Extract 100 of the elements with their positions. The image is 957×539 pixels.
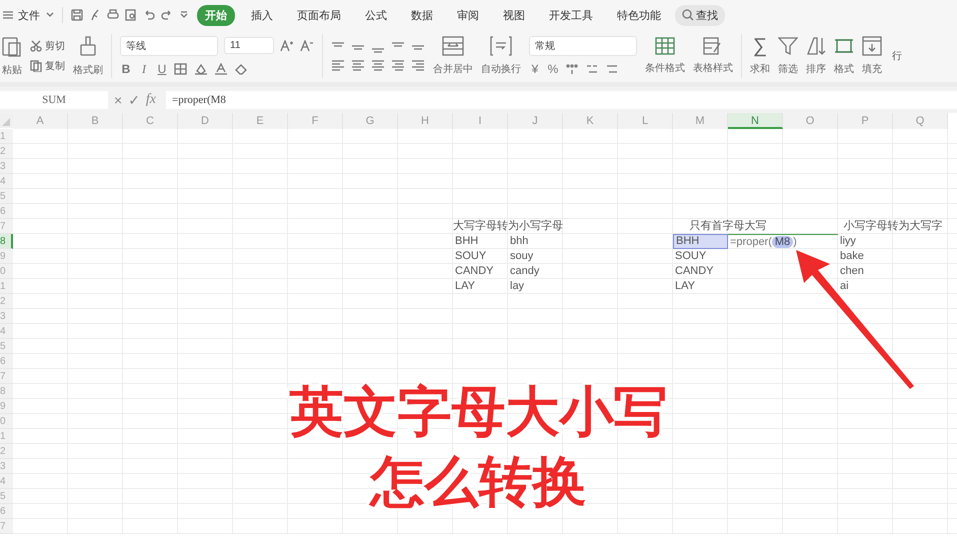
printer-icon[interactable] [107, 9, 119, 21]
function-button[interactable]: fx [146, 92, 156, 108]
shrink-font-icon[interactable] [300, 40, 314, 52]
format-button[interactable]: 格式 [834, 36, 854, 76]
column-header[interactable]: Q [893, 113, 948, 129]
ribbon-tab[interactable]: 视图 [495, 4, 533, 26]
wrap-icon[interactable] [490, 36, 512, 56]
percent-button[interactable]: % [547, 62, 559, 76]
font-color-icon[interactable] [214, 63, 228, 75]
chevron-down-icon[interactable] [46, 12, 54, 18]
table-grid-icon[interactable] [655, 37, 675, 55]
column-header[interactable]: F [288, 113, 343, 129]
justify-icon[interactable] [391, 59, 405, 71]
scissors-icon[interactable] [30, 40, 42, 52]
preview-icon[interactable] [125, 9, 137, 21]
column-header[interactable]: D [178, 113, 233, 129]
row-header[interactable]: 3 [0, 309, 13, 324]
file-menu[interactable]: 文件 [18, 8, 40, 22]
row-header[interactable]: 7 [0, 219, 13, 234]
ribbon-tab[interactable]: 公式 [357, 4, 395, 26]
column-header[interactable]: M [673, 113, 728, 129]
italic-button[interactable]: I [138, 62, 150, 76]
sort-icon[interactable] [806, 36, 826, 56]
row-header[interactable]: 6 [0, 354, 13, 369]
eraser-icon[interactable] [234, 63, 248, 75]
ribbon-tab[interactable]: 页面布局 [289, 4, 349, 26]
row-header[interactable]: 7 [0, 369, 13, 384]
align-right-icon[interactable] [371, 59, 385, 71]
font-size-field[interactable]: 11 [224, 37, 274, 54]
column-header[interactable]: C [123, 113, 178, 129]
table-style-button[interactable]: 表格样式 [693, 37, 733, 75]
row-header[interactable]: 5 [0, 339, 13, 354]
thousands-icon[interactable] [565, 63, 579, 75]
row-header[interactable]: 2 [0, 444, 13, 459]
merge-button[interactable]: 合并居中 [433, 36, 473, 76]
column-header[interactable]: A [13, 113, 68, 129]
name-box[interactable]: SUM [0, 91, 108, 109]
row-header[interactable]: 7 [0, 519, 13, 534]
confirm-button[interactable]: ✓ [128, 92, 140, 108]
fill-down-icon[interactable] [862, 36, 882, 56]
ribbon-tab[interactable]: 特色功能 [609, 4, 669, 26]
column-header[interactable]: K [563, 113, 618, 129]
row-header[interactable]: 5 [0, 189, 13, 204]
column-header[interactable]: G [343, 113, 398, 129]
copy-button[interactable]: 复制 [30, 59, 65, 73]
conditional-format-button[interactable]: 条件格式 [645, 37, 685, 75]
formula-cell[interactable]: =proper( M8 ) [728, 234, 838, 249]
row-header[interactable]: 2 [0, 294, 13, 309]
row-header[interactable]: 9 [0, 249, 13, 264]
row-header[interactable]: 4 [0, 474, 13, 489]
row-column-label[interactable]: 行 [892, 49, 902, 63]
search-icon[interactable] [682, 9, 694, 21]
formula-field[interactable]: =proper(M8 [166, 91, 957, 109]
dropdown-icon[interactable] [179, 10, 189, 20]
column-header[interactable]: L [618, 113, 673, 129]
grow-font-icon[interactable] [280, 40, 294, 52]
merge-icon[interactable] [442, 36, 464, 56]
save-icon[interactable] [71, 9, 83, 21]
cut-button[interactable]: 剪切 [30, 39, 65, 53]
filter-button[interactable]: 筛选 [778, 36, 798, 76]
column-header[interactable]: B [68, 113, 123, 129]
funnel-icon[interactable] [778, 36, 798, 56]
fill-color-icon[interactable] [194, 63, 208, 75]
row-header[interactable]: 6 [0, 204, 13, 219]
sum-button[interactable]: ∑ 求和 [750, 36, 770, 76]
distribute-icon[interactable] [411, 59, 425, 71]
column-header[interactable]: E [233, 113, 288, 129]
clipboard-icon[interactable] [2, 35, 22, 57]
fill-button[interactable]: 填充 [862, 36, 882, 76]
font-name-field[interactable]: 等线 [120, 36, 218, 56]
column-header[interactable]: N [728, 113, 783, 129]
bold-button[interactable]: B [120, 62, 132, 76]
sort-button[interactable]: 排序 [806, 36, 826, 76]
column-header[interactable]: H [398, 113, 453, 129]
format-painter-button[interactable]: 格式刷 [73, 35, 103, 77]
paste-button[interactable]: 粘贴 [2, 35, 22, 77]
column-header[interactable]: O [783, 113, 838, 129]
search-button[interactable]: 查找 [675, 4, 725, 26]
ribbon-tab[interactable]: 审阅 [449, 4, 487, 26]
ribbon-tab[interactable]: 数据 [403, 4, 441, 26]
row-header[interactable]: 3 [0, 159, 13, 174]
ribbon-tab[interactable]: 开始 [197, 4, 235, 26]
row-header[interactable]: 4 [0, 174, 13, 189]
number-format-field[interactable]: 常规 [529, 36, 637, 56]
table-pen-icon[interactable] [703, 37, 723, 55]
row-header[interactable]: 5 [0, 489, 13, 504]
row-header[interactable]: 0 [0, 264, 13, 279]
underline-button[interactable]: U [156, 62, 168, 76]
row-header[interactable]: 8 [0, 234, 13, 249]
cancel-button[interactable]: × [114, 92, 122, 108]
align-center-icon[interactable] [351, 59, 365, 71]
row-header[interactable]: 9 [0, 399, 13, 414]
undo-icon[interactable] [143, 9, 155, 21]
copy-icon[interactable] [30, 60, 42, 72]
row-header[interactable]: 8 [0, 384, 13, 399]
row-header[interactable]: 3 [0, 459, 13, 474]
row-header[interactable]: 4 [0, 324, 13, 339]
column-header[interactable]: J [508, 113, 563, 129]
row-header[interactable]: 6 [0, 504, 13, 519]
ribbon-tab[interactable]: 开发工具 [541, 4, 601, 26]
